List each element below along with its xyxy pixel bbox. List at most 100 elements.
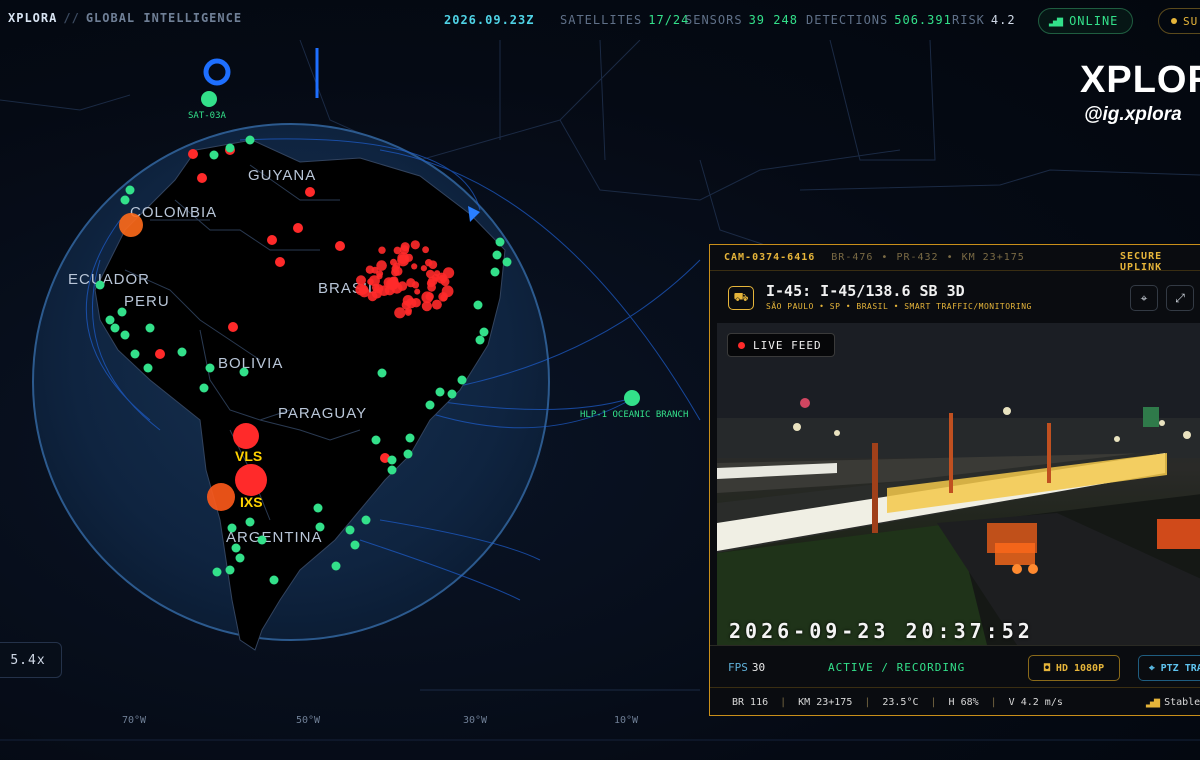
detection-marker	[365, 265, 375, 274]
longitude-label: 70°W	[122, 715, 147, 726]
sensor-marker	[117, 307, 127, 317]
subscription-button[interactable]: SU	[1158, 8, 1200, 34]
longitude-label: 50°W	[296, 715, 321, 726]
camera-footer: BR 116 | KM 23+175 | 23.5°C | H 68% | V 4.2 …	[710, 687, 1200, 715]
top-bar: XPLORA//GLOBAL INTELLIGENCE 2026.09.23Z …	[0, 0, 1200, 40]
satellite-marker[interactable]	[201, 91, 217, 107]
detection-marker	[434, 270, 441, 277]
signal-status: ▂▄▆ Stable	[1146, 697, 1200, 708]
detection-marker	[421, 301, 432, 312]
sensor-marker	[361, 515, 371, 525]
footer-item: H 68%	[948, 697, 979, 708]
alert-circle[interactable]	[235, 464, 267, 496]
sensor-marker	[269, 575, 279, 585]
stat-key: DETECTIONS	[806, 13, 889, 27]
sensor-marker	[205, 363, 215, 373]
stat-value: 506.391	[894, 13, 952, 27]
map-pin-button[interactable]: ⌖	[1130, 285, 1158, 311]
branch-marker[interactable]	[624, 390, 640, 406]
longitude-label: 30°W	[463, 715, 488, 726]
sensor-marker	[425, 400, 435, 410]
detection-marker	[402, 295, 414, 306]
detection-marker	[422, 246, 429, 254]
stat-satellites: SATELLITES 17/24	[560, 13, 689, 27]
sensor-marker	[120, 195, 130, 205]
detection-marker	[404, 309, 412, 316]
live-label: LIVE FEED	[753, 338, 822, 352]
sensor-marker	[245, 517, 255, 527]
live-dot-icon	[738, 341, 745, 349]
traffic-camera-icon: ⛟	[728, 286, 754, 310]
expand-button[interactable]: ⤢	[1166, 285, 1194, 311]
footer-item: V 4.2 m/s	[1008, 697, 1063, 708]
quality-button[interactable]: ◘ HD 1080P	[1028, 655, 1120, 681]
sensor-marker	[492, 250, 502, 260]
camera-timestamp: 2026-09-23 20:37:52	[729, 619, 1034, 643]
road-code: PR-432	[896, 252, 939, 263]
hd-icon: ◘	[1043, 662, 1050, 674]
detection-marker	[335, 241, 345, 251]
satellite-node[interactable]: SAT-03A	[188, 91, 227, 121]
sensor-marker	[345, 525, 355, 535]
sensor-marker	[110, 323, 120, 333]
watermark-logo: XPLORA	[1080, 59, 1200, 101]
detection-marker	[188, 149, 198, 159]
alert-circle[interactable]	[119, 213, 143, 237]
stat-value: 4.2	[990, 13, 1016, 27]
fps-value: 30	[751, 661, 766, 674]
ptz-track-button[interactable]: ⌖ PTZ TRACK	[1138, 655, 1200, 681]
sensor-marker	[120, 330, 130, 340]
sensor-marker	[473, 300, 483, 310]
detection-marker	[275, 257, 285, 267]
sensor-marker	[125, 185, 135, 195]
sensor-marker	[435, 387, 445, 397]
detection-marker	[384, 285, 395, 296]
detection-marker	[420, 265, 427, 272]
camera-scene	[717, 323, 1200, 645]
zoom-level-button[interactable]: 5.4x	[0, 642, 62, 678]
detection-marker	[228, 322, 238, 332]
signal-label: Stable	[1164, 697, 1200, 708]
expand-icon: ⤢	[1175, 290, 1185, 305]
node-label: SAT-03A	[188, 111, 227, 121]
detection-marker	[356, 275, 366, 286]
detection-marker	[359, 287, 370, 298]
sensor-marker	[257, 535, 267, 545]
brand[interactable]: XPLORA // GLOBAL INTELLIGENCE	[8, 11, 242, 25]
detection-marker	[155, 349, 165, 359]
camera-status-bar: FPS 30 ACTIVE / RECORDING ◘ HD 1080P ⌖ PTZ …	[710, 645, 1200, 687]
fps-label: FPS	[728, 661, 748, 674]
recording-status: ACTIVE / RECORDING	[828, 661, 966, 674]
detection-marker	[440, 293, 448, 302]
detection-marker	[267, 235, 277, 245]
sensor-marker	[239, 367, 249, 377]
sensor-marker	[245, 135, 255, 145]
detection-marker	[378, 246, 386, 254]
sensor-marker	[387, 455, 397, 465]
alert-circle[interactable]	[233, 423, 259, 449]
alert-circle[interactable]	[207, 483, 235, 511]
signal-bars-icon: ▂▄▆	[1146, 697, 1160, 708]
online-status-button[interactable]: ▂▄▆ ONLINE	[1038, 8, 1133, 34]
sensor-marker	[447, 389, 457, 399]
sensor-marker	[475, 335, 485, 345]
detection-marker	[393, 262, 401, 270]
longitude-axis: 70°W 50°W 30°W 10°W	[122, 715, 639, 726]
node-label: HLP-1 OCEANIC BRANCH	[580, 410, 688, 420]
detection-marker	[197, 173, 207, 183]
camera-feed-view[interactable]: LIVE FEED 2026-09-23 20:37:52	[717, 323, 1200, 645]
ptz-label: PTZ TRACK	[1160, 662, 1200, 674]
quality-label: HD 1080P	[1055, 662, 1105, 674]
sensor-marker	[227, 523, 237, 533]
oceanic-branch-node[interactable]: HLP-1 OCEANIC BRANCH	[580, 390, 688, 420]
detection-marker	[376, 260, 387, 271]
footer-item: BR 116	[732, 697, 769, 708]
detection-marker	[394, 307, 406, 319]
sensor-marker	[313, 503, 323, 513]
sensor-marker	[490, 267, 500, 277]
stat-value: 17/24	[648, 13, 690, 27]
detection-marker	[376, 273, 383, 280]
sensor-marker	[143, 363, 153, 373]
alert-label: IXS	[240, 494, 263, 510]
country-label: ECUADOR	[68, 271, 150, 288]
